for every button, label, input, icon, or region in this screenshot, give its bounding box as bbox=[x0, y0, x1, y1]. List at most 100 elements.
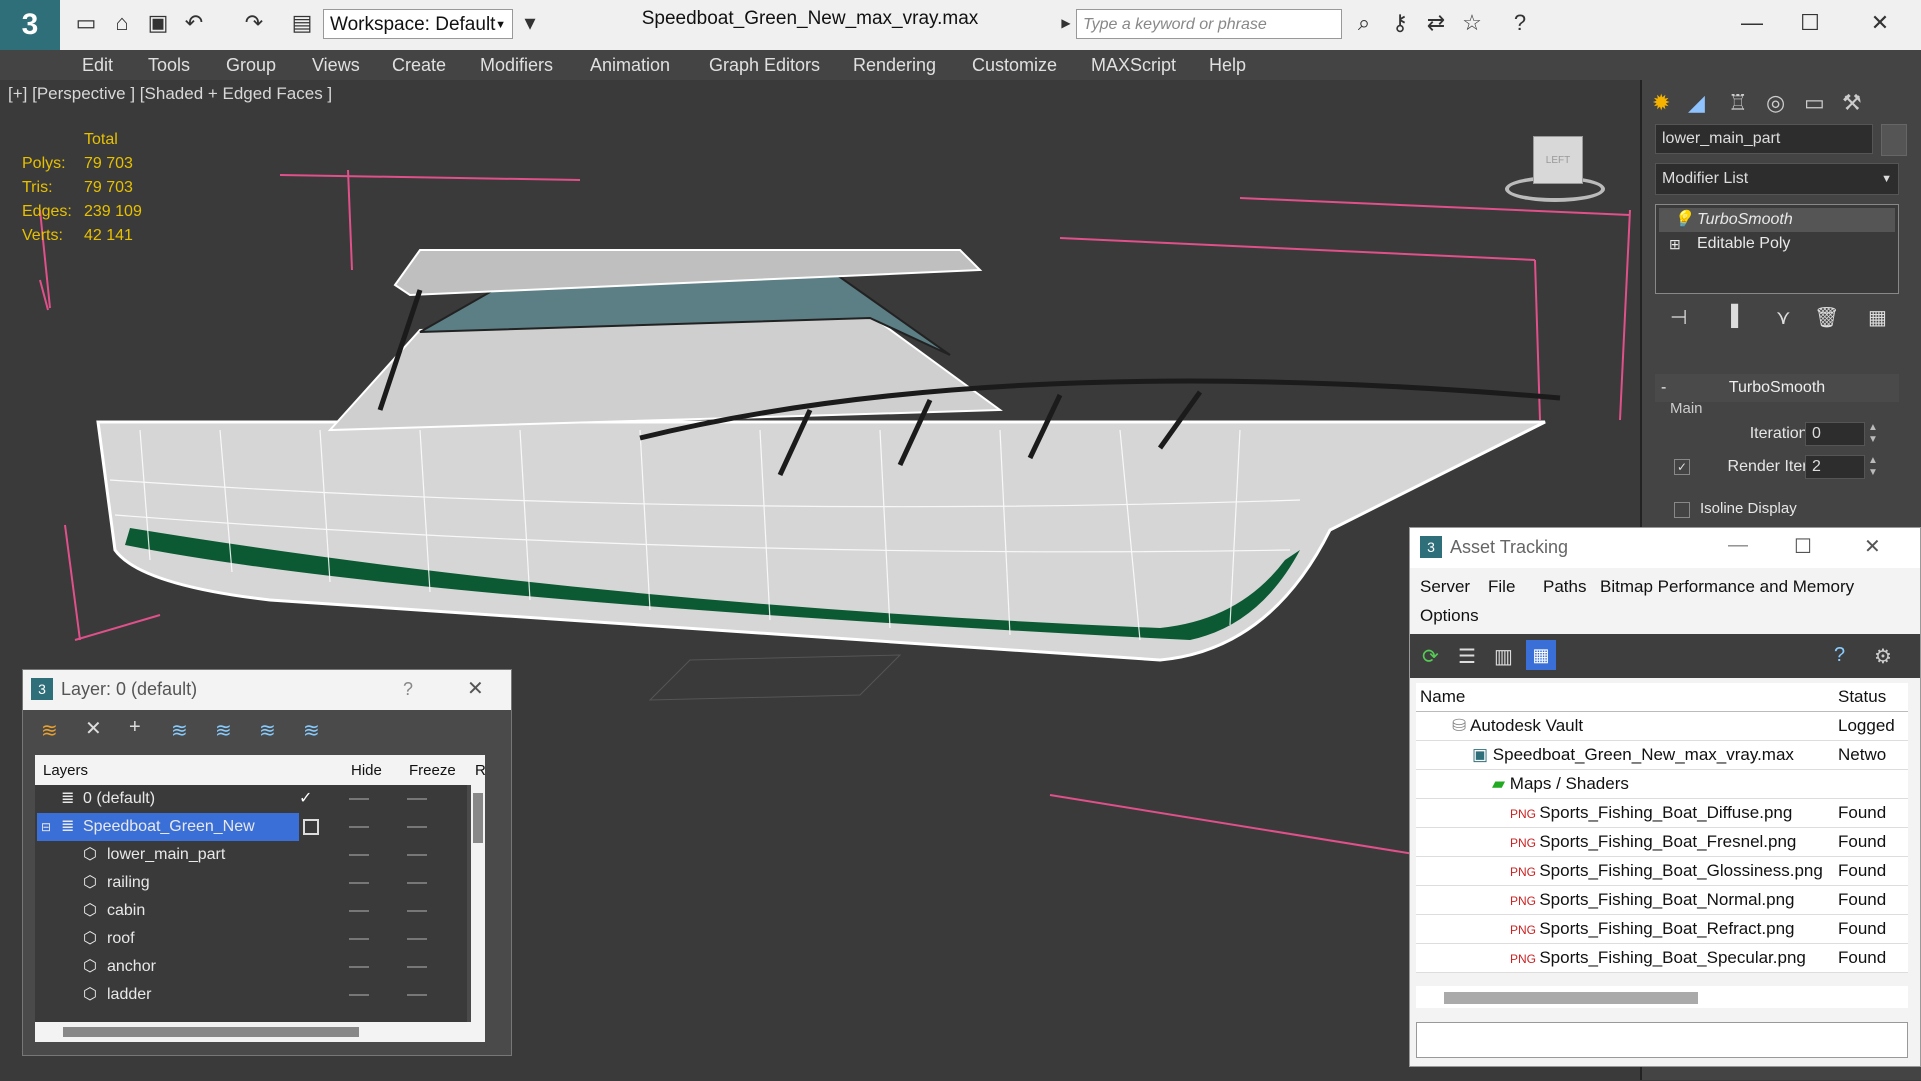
app-logo-icon[interactable]: 3 bbox=[0, 0, 60, 50]
lightbulb-icon[interactable]: 💡 bbox=[1673, 208, 1693, 232]
menu-create[interactable]: Create bbox=[392, 55, 446, 76]
column-layers[interactable]: Layers bbox=[43, 762, 88, 779]
redo-icon[interactable]: ↷ bbox=[240, 9, 268, 37]
new-layer-icon[interactable]: ≋ bbox=[41, 718, 58, 743]
help-icon[interactable]: ? bbox=[403, 679, 413, 700]
close-icon[interactable]: ✕ bbox=[467, 676, 484, 701]
configure-sets-icon[interactable]: ▦ bbox=[1868, 305, 1887, 330]
isoline-display-checkbox[interactable] bbox=[1674, 502, 1690, 518]
refresh-icon[interactable]: ⟳ bbox=[1422, 644, 1439, 669]
layer-row-default[interactable]: ≣ 0 (default) ✓ bbox=[35, 785, 467, 813]
show-end-result-icon[interactable]: ▐ bbox=[1724, 305, 1738, 328]
layer-row-object[interactable]: ⬡ roof bbox=[35, 925, 467, 953]
layer-row-object[interactable]: ⬡ cabin bbox=[35, 897, 467, 925]
undo-icon[interactable]: ↶ bbox=[180, 9, 208, 37]
column-name[interactable]: Name bbox=[1416, 683, 1834, 712]
menu-rendering[interactable]: Rendering bbox=[853, 55, 936, 76]
table-row[interactable]: PNG Sports_Fishing_Boat_Specular.png Foun… bbox=[1416, 943, 1908, 973]
minimize-icon[interactable]: — bbox=[1738, 9, 1766, 37]
column-freeze[interactable]: Freeze bbox=[409, 762, 456, 779]
object-color-swatch[interactable] bbox=[1881, 124, 1907, 156]
help-icon[interactable]: ? bbox=[1834, 644, 1845, 667]
column-hide[interactable]: Hide bbox=[351, 762, 382, 779]
layer-row-object[interactable]: ⬡ anchor bbox=[35, 953, 467, 981]
menu-tools[interactable]: Tools bbox=[148, 55, 190, 76]
make-unique-icon[interactable]: ⋎ bbox=[1776, 305, 1791, 330]
horizontal-scrollbar[interactable] bbox=[35, 1022, 485, 1042]
table-row[interactable]: PNG Sports_Fishing_Boat_Refract.png Found bbox=[1416, 914, 1908, 944]
delete-layer-icon[interactable]: ✕ bbox=[85, 716, 102, 741]
scrollbar-thumb[interactable] bbox=[63, 1027, 359, 1037]
table-row[interactable]: PNG Sports_Fishing_Boat_Glossiness.png Fo… bbox=[1416, 856, 1908, 886]
display-tab-icon[interactable]: ▭ bbox=[1804, 90, 1825, 116]
vertical-scrollbar[interactable] bbox=[471, 785, 485, 1022]
spinner-arrows-icon[interactable]: ▲ ▼ bbox=[1868, 422, 1878, 446]
menu-graph-editors[interactable]: Graph Editors bbox=[709, 55, 820, 76]
modifier-list-dropdown[interactable]: Modifier List ▼ bbox=[1655, 163, 1899, 195]
table-row[interactable]: PNG Sports_Fishing_Boat_Normal.png Found bbox=[1416, 885, 1908, 915]
turbosmooth-rollout-header[interactable]: - TurboSmooth bbox=[1655, 374, 1899, 402]
freeze-toggle[interactable] bbox=[407, 994, 427, 996]
menu-group[interactable]: Group bbox=[226, 55, 276, 76]
help-icon[interactable]: ? bbox=[1506, 9, 1534, 37]
hide-toggle[interactable] bbox=[349, 938, 369, 940]
hierarchy-tab-icon[interactable]: ♖ bbox=[1728, 90, 1748, 116]
menu-bitmap-performance[interactable]: Bitmap Performance and Memory bbox=[1600, 577, 1854, 597]
project-folder-icon[interactable]: ▤ bbox=[288, 9, 316, 37]
menu-maxscript[interactable]: MAXScript bbox=[1091, 55, 1176, 76]
highlight-layer-icon[interactable]: ≋ bbox=[215, 718, 232, 743]
remove-modifier-icon[interactable]: 🗑 bbox=[1814, 305, 1839, 330]
select-objects-icon[interactable]: ≋ bbox=[171, 718, 188, 743]
list-view-icon[interactable]: ☰ bbox=[1458, 644, 1476, 669]
binoculars-icon[interactable]: ⌕ bbox=[1350, 9, 1378, 37]
viewport-label[interactable]: [+] [Perspective ] [Shaded + Edged Faces… bbox=[8, 84, 332, 104]
table-row[interactable]: ⛁ Autodesk Vault Logged bbox=[1416, 711, 1908, 741]
menu-server[interactable]: Server bbox=[1420, 577, 1470, 597]
asset-path-field[interactable] bbox=[1416, 1022, 1908, 1058]
tree-view-icon[interactable]: ▥ bbox=[1494, 644, 1513, 669]
scrollbar-thumb[interactable] bbox=[1444, 992, 1698, 1004]
viewcube-icon[interactable]: LEFT bbox=[1500, 130, 1610, 206]
hide-toggle[interactable] bbox=[349, 882, 369, 884]
table-row[interactable]: ▣ Speedboat_Green_New_max_vray.max Netwo bbox=[1416, 740, 1908, 770]
scrollbar-thumb[interactable] bbox=[473, 793, 483, 843]
freeze-toggle[interactable] bbox=[407, 882, 427, 884]
freeze-toggle[interactable] bbox=[407, 938, 427, 940]
maximize-icon[interactable]: ☐ bbox=[1796, 9, 1824, 37]
table-view-icon[interactable]: ▦ bbox=[1526, 640, 1556, 670]
table-row[interactable]: ▰ Maps / Shaders bbox=[1416, 769, 1908, 799]
close-icon[interactable]: ✕ bbox=[1864, 534, 1881, 559]
freeze-toggle[interactable] bbox=[407, 854, 427, 856]
table-row[interactable]: PNG Sports_Fishing_Boat_Fresnel.png Found bbox=[1416, 827, 1908, 857]
motion-tab-icon[interactable]: ◎ bbox=[1766, 90, 1785, 116]
pin-stack-icon[interactable]: ⊣ bbox=[1670, 305, 1687, 330]
key-icon[interactable]: ⚷ bbox=[1386, 9, 1414, 37]
close-icon[interactable]: ✕ bbox=[1866, 9, 1894, 37]
menu-options[interactable]: Options bbox=[1420, 606, 1479, 626]
freeze-toggle[interactable] bbox=[407, 966, 427, 968]
add-to-layer-icon[interactable]: + bbox=[129, 716, 141, 739]
favorites-star-icon[interactable]: ☆ bbox=[1458, 9, 1486, 37]
minimize-icon[interactable]: — bbox=[1728, 534, 1748, 557]
table-row[interactable]: PNG Sports_Fishing_Boat_Diffuse.png Found bbox=[1416, 798, 1908, 828]
layer-row-object[interactable]: ⬡ ladder bbox=[35, 981, 467, 1009]
render-iters-spinner[interactable]: 2 bbox=[1805, 455, 1865, 479]
menu-file[interactable]: File bbox=[1488, 577, 1515, 597]
save-icon[interactable]: ▣ bbox=[144, 9, 172, 37]
menu-edit[interactable]: Edit bbox=[82, 55, 113, 76]
spinner-arrows-icon[interactable]: ▲ ▼ bbox=[1868, 455, 1878, 479]
object-name-field[interactable]: lower_main_part bbox=[1655, 124, 1873, 154]
freeze-all-icon[interactable]: ≋ bbox=[303, 718, 320, 743]
expand-plus-icon[interactable]: ⊞ bbox=[1669, 232, 1681, 256]
menu-paths[interactable]: Paths bbox=[1543, 577, 1586, 597]
search-input[interactable]: Type a keyword or phrase bbox=[1076, 9, 1342, 39]
active-layer-check-icon[interactable]: ✓ bbox=[299, 785, 312, 813]
hide-toggle[interactable] bbox=[349, 798, 369, 800]
hide-toggle[interactable] bbox=[349, 966, 369, 968]
menu-animation[interactable]: Animation bbox=[590, 55, 670, 76]
workspace-dropdown[interactable]: Workspace: Default ▼ bbox=[323, 9, 513, 39]
hide-toggle[interactable] bbox=[349, 910, 369, 912]
hide-toggle[interactable] bbox=[349, 994, 369, 996]
freeze-toggle[interactable] bbox=[407, 910, 427, 912]
menu-views[interactable]: Views bbox=[312, 55, 360, 76]
